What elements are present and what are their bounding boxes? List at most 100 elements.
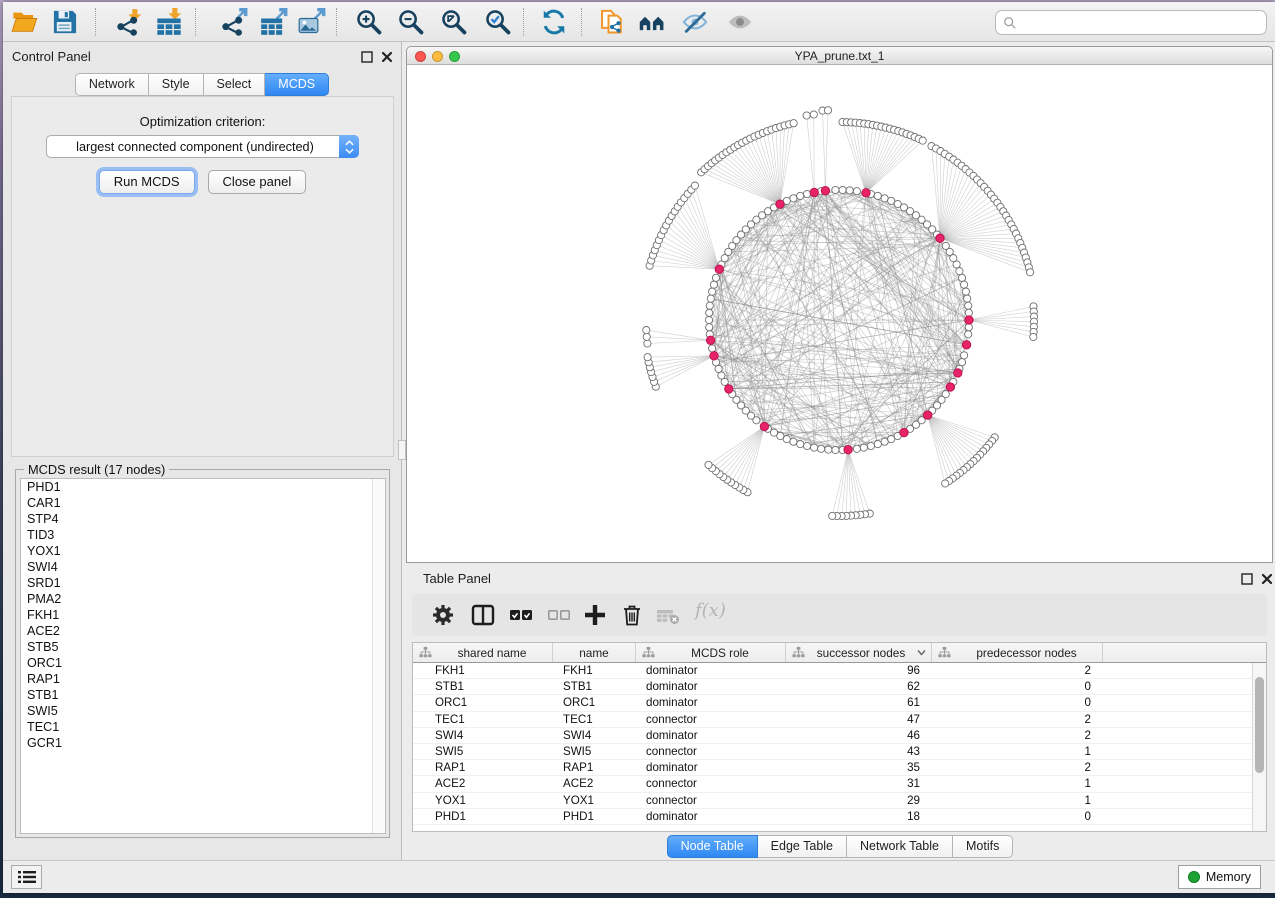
mcds-result-item[interactable]: FKH1 [21,607,385,623]
window-maximize-light[interactable] [449,51,460,62]
window-minimize-light[interactable] [432,51,443,62]
column-header-MCDS-role[interactable]: MCDS role [636,643,786,662]
table-row[interactable]: SWI4SWI4dominator462 [413,728,1252,744]
tab-mcds[interactable]: MCDS [265,73,329,96]
tab-edge-table[interactable]: Edge Table [758,835,847,858]
show-all-icon[interactable] [726,8,754,36]
export-image-icon[interactable] [298,8,326,36]
close-panel-button[interactable]: Close panel [208,170,307,194]
table-cell: PHD1 [553,809,636,824]
mcds-result-item[interactable]: YOX1 [21,543,385,559]
toolbar-separator [581,8,582,36]
select-all-checkboxes-icon[interactable] [508,602,534,628]
mcds-result-item[interactable]: SWI5 [21,703,385,719]
zoom-selected-icon[interactable] [484,8,512,36]
mcds-result-item[interactable]: TID3 [21,527,385,543]
mcds-result-item[interactable]: TEC1 [21,719,385,735]
table-row[interactable]: PHD1PHD1dominator180 [413,809,1252,825]
open-file-icon[interactable] [11,8,39,36]
mcds-result-item[interactable]: SWI4 [21,559,385,575]
table-cell: 62 [786,679,932,694]
table-row[interactable]: STB1STB1dominator620 [413,679,1252,695]
split-divider-grip[interactable] [398,440,406,460]
mcds-result-item[interactable]: STP4 [21,511,385,527]
table-cell: 31 [786,776,932,791]
add-column-icon[interactable] [582,602,608,628]
close-panel-icon[interactable] [381,50,393,62]
first-neighbors-icon[interactable] [638,8,666,36]
optimization-criterion-select[interactable]: largest connected component (undirected) [46,135,359,158]
export-table-icon[interactable] [260,8,288,36]
column-header-successor-nodes[interactable]: successor nodes [786,643,932,662]
show-networks-list-button[interactable] [11,865,42,889]
table-row[interactable]: FKH1FKH1dominator962 [413,663,1252,679]
table-toolbar: f(x) [412,594,1267,636]
zoom-in-icon[interactable] [355,8,383,36]
network-from-file-icon[interactable] [598,8,626,36]
column-settings-icon[interactable] [430,602,456,628]
mcds-list-scrollbar[interactable] [372,479,385,833]
table-cell: 43 [786,744,932,759]
table-cell: ORC1 [413,695,553,710]
import-table-icon[interactable] [155,8,183,36]
apply-preferred-layout-icon[interactable] [540,8,568,36]
zoom-fit-icon[interactable] [440,8,468,36]
table-row[interactable]: RAP1RAP1dominator352 [413,760,1252,776]
tab-style[interactable]: Style [149,73,204,96]
mcds-result-item[interactable]: PMA2 [21,591,385,607]
import-network-icon[interactable] [115,8,143,36]
column-header-name[interactable]: name [553,643,636,662]
mcds-result-item[interactable]: ORC1 [21,655,385,671]
float-table-panel-icon[interactable] [1241,572,1253,584]
node-table-header: shared namenameMCDS rolesuccessor nodesp… [413,643,1266,663]
tab-node-table[interactable]: Node Table [667,835,758,858]
table-row[interactable]: SWI5SWI5connector431 [413,744,1252,760]
search-input[interactable] [1017,16,1266,30]
delete-column-icon[interactable] [619,602,645,628]
tab-motifs[interactable]: Motifs [953,835,1013,858]
main-toolbar [3,2,1275,42]
mcds-result-item[interactable]: RAP1 [21,671,385,687]
apply-function-icon[interactable]: f(x) [695,600,726,621]
table-row[interactable]: TEC1TEC1connector472 [413,712,1252,728]
delete-table-icon[interactable] [655,602,681,628]
window-close-light[interactable] [415,51,426,62]
table-cell: 1 [932,744,1103,759]
mcds-result-item[interactable]: PHD1 [21,479,385,495]
table-cell: 2 [932,712,1103,727]
network-window-titlebar[interactable]: YPA_prune.txt_1 [407,47,1272,65]
tab-network[interactable]: Network [75,73,149,96]
mcds-result-item[interactable]: GCR1 [21,735,385,751]
mcds-result-item[interactable]: STB1 [21,687,385,703]
split-panel-icon[interactable] [470,602,496,628]
column-header-predecessor-nodes[interactable]: predecessor nodes [932,643,1103,662]
network-canvas[interactable] [407,65,1272,562]
search-field[interactable] [995,10,1267,35]
control-panel-tabs: NetworkStyleSelectMCDS [3,73,401,96]
mcds-result-item[interactable]: STB5 [21,639,385,655]
tab-network-table[interactable]: Network Table [847,835,953,858]
memory-button[interactable]: Memory [1178,865,1261,889]
table-cell: ORC1 [553,695,636,710]
mcds-result-item[interactable]: SRD1 [21,575,385,591]
table-scrollbar[interactable] [1252,663,1266,831]
column-header-shared-name[interactable]: shared name [413,643,553,662]
mcds-result-item[interactable]: ACE2 [21,623,385,639]
tab-select[interactable]: Select [204,73,266,96]
table-row[interactable]: YOX1YOX1connector291 [413,793,1252,809]
table-row[interactable]: ACE2ACE2connector311 [413,776,1252,792]
mcds-result-item[interactable]: CAR1 [21,495,385,511]
mcds-result-list[interactable]: PHD1CAR1STP4TID3YOX1SWI4SRD1PMA2FKH1ACE2… [20,478,386,834]
table-row[interactable]: ORC1ORC1dominator610 [413,695,1252,711]
export-network-icon[interactable] [220,8,248,36]
float-panel-icon[interactable] [361,50,373,62]
network-window: YPA_prune.txt_1 [406,46,1273,563]
table-scrollbar-thumb[interactable] [1255,677,1264,773]
table-cell: dominator [636,760,786,775]
run-mcds-button[interactable]: Run MCDS [99,170,195,194]
deselect-all-checkboxes-icon[interactable] [546,602,572,628]
zoom-out-icon[interactable] [397,8,425,36]
close-table-panel-icon[interactable] [1261,572,1273,584]
hide-selected-icon[interactable] [681,8,709,36]
save-session-icon[interactable] [51,8,79,36]
